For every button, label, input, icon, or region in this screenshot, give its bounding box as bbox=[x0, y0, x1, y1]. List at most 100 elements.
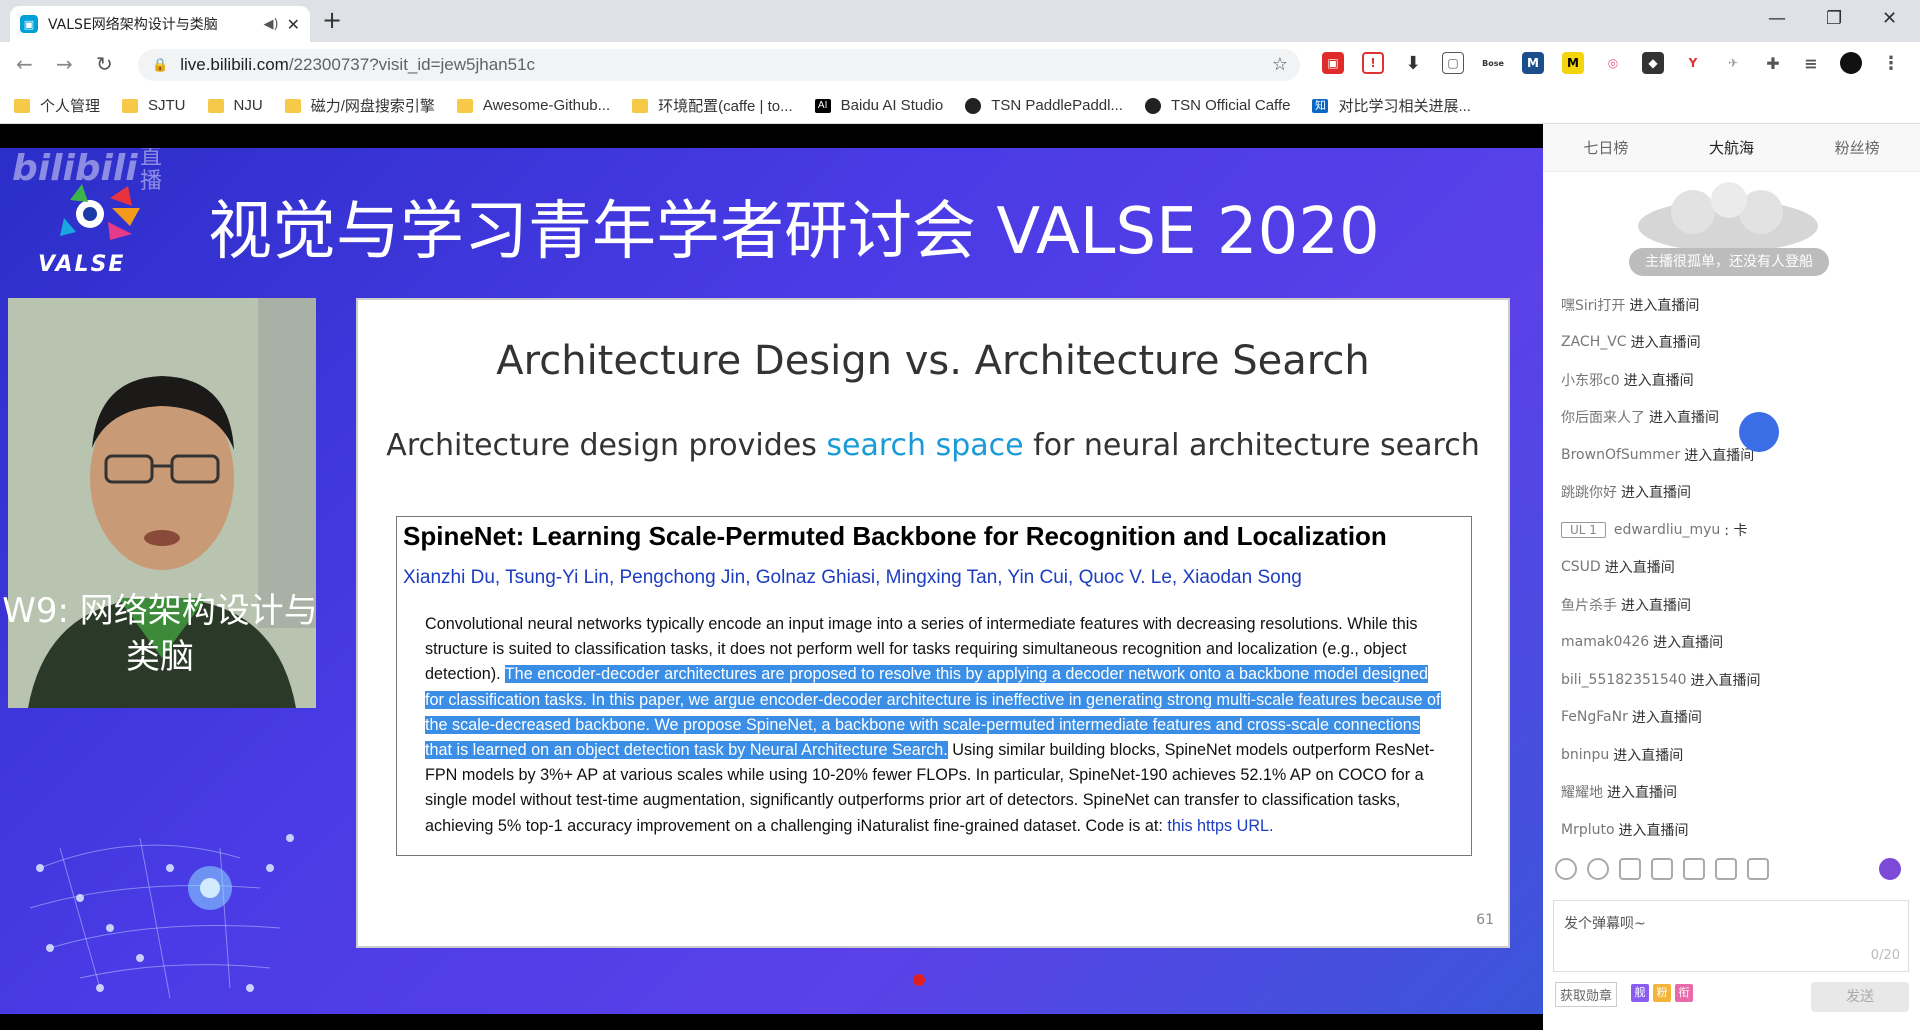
record-icon[interactable] bbox=[1683, 858, 1705, 880]
extension-red-icon[interactable]: ▣ bbox=[1322, 52, 1344, 74]
media-control-icon[interactable]: ≡ bbox=[1800, 52, 1822, 74]
folder-icon bbox=[456, 98, 473, 113]
bookmark-item[interactable]: TSN PaddlePaddl... bbox=[965, 97, 1123, 114]
bookmark-star-icon[interactable]: ☆ bbox=[1272, 54, 1288, 75]
chat-username[interactable]: 耀耀地 bbox=[1561, 782, 1603, 802]
tab-weekly-rank[interactable]: 七日榜 bbox=[1583, 137, 1628, 158]
chat-username[interactable]: 你后面来人了 bbox=[1561, 407, 1645, 427]
letterbox-top bbox=[0, 124, 1543, 148]
extension-pink-icon[interactable]: ◎ bbox=[1602, 52, 1624, 74]
chat-username[interactable]: 鱼片杀手 bbox=[1561, 595, 1617, 615]
close-window-button[interactable]: ✕ bbox=[1882, 8, 1897, 29]
gift-icon[interactable] bbox=[1619, 858, 1641, 880]
chat-username[interactable]: BrownOfSummer bbox=[1561, 447, 1680, 463]
folder-icon bbox=[14, 98, 30, 113]
chat-tools-bar bbox=[1543, 852, 1920, 888]
bookmark-item[interactable]: Awesome-Github... bbox=[456, 97, 610, 114]
tab-guard[interactable]: 大航海 bbox=[1709, 137, 1754, 158]
paper-abstract: Convolutional neural networks typically … bbox=[425, 612, 1445, 839]
chat-text: 进入直播间 bbox=[1684, 447, 1755, 464]
address-bar[interactable]: 🔒 live.bilibili.com/22300737?visit_id=je… bbox=[138, 49, 1300, 81]
fan-medal-badge[interactable]: UL 1 bbox=[1561, 521, 1606, 538]
danmaku-toggle-icon[interactable] bbox=[1879, 858, 1901, 880]
chat-username[interactable]: mamak0426 bbox=[1561, 634, 1649, 650]
settings-icon[interactable] bbox=[1747, 858, 1769, 880]
chat-username[interactable]: FeNgFaNr bbox=[1561, 709, 1628, 725]
medal-fans-button[interactable]: 粉 bbox=[1653, 984, 1671, 1002]
chat-message: FeNgFaNr 进入直播间 bbox=[1561, 699, 1901, 737]
tab-strip: ▣ VALSE网络架构设计与类脑 ◀) ✕ + — ❐ ✕ bbox=[0, 0, 1920, 42]
restore-button[interactable]: ❐ bbox=[1826, 8, 1842, 29]
minimize-button[interactable]: — bbox=[1768, 8, 1786, 29]
bookmark-item[interactable]: SJTU bbox=[122, 97, 186, 114]
extension-bird-icon[interactable]: ✈ bbox=[1722, 52, 1744, 74]
download-icon[interactable]: ⬇ bbox=[1402, 52, 1424, 74]
chat-username[interactable]: 跳跳你好 bbox=[1561, 482, 1617, 502]
palette-icon[interactable] bbox=[1587, 858, 1609, 880]
tab-audio-icon[interactable]: ◀) bbox=[264, 17, 279, 32]
extension-m-blue-icon[interactable]: M bbox=[1522, 52, 1544, 74]
medal-title-button[interactable]: 衔 bbox=[1675, 984, 1693, 1002]
chat-username[interactable]: bninpu bbox=[1561, 747, 1609, 763]
tab-close-icon[interactable]: ✕ bbox=[287, 15, 300, 34]
tab-title: VALSE网络架构设计与类脑 bbox=[48, 17, 218, 33]
url-host: live.bilibili.com bbox=[180, 55, 289, 74]
valse-logo-icon bbox=[60, 184, 140, 240]
extension-adblock-icon[interactable]: ! bbox=[1362, 52, 1384, 74]
chat-username[interactable]: bili_55182351540 bbox=[1561, 672, 1687, 688]
chat-text: 进入直播间 bbox=[1621, 597, 1691, 614]
reload-button[interactable]: ↻ bbox=[96, 52, 113, 76]
chat-message: BrownOfSummer 进入直播间 bbox=[1561, 436, 1901, 474]
chat-username[interactable]: ZACH_VC bbox=[1561, 334, 1627, 350]
browser-tab[interactable]: ▣ VALSE网络架构设计与类脑 ◀) ✕ bbox=[10, 6, 310, 42]
bookmark-item[interactable]: NJU bbox=[207, 97, 263, 114]
chat-text: 进入直播间 bbox=[1649, 410, 1719, 427]
bookmark-item[interactable]: AI Baidu AI Studio bbox=[814, 97, 944, 114]
bookmark-label: TSN Official Caffe bbox=[1170, 97, 1291, 114]
live-video-player[interactable]: bilibili 直播 VALSE 视觉与学习青年学者研讨会 VALSE 202… bbox=[0, 148, 1543, 1014]
chat-text: 进入直播间 bbox=[1621, 485, 1691, 502]
bookmark-label: Baidu AI Studio bbox=[840, 97, 944, 114]
chat-username[interactable]: 小东邪c0 bbox=[1561, 370, 1620, 390]
screen-icon[interactable] bbox=[1651, 858, 1673, 880]
slide-page-number: 61 bbox=[1476, 912, 1494, 928]
forward-button[interactable]: → bbox=[56, 52, 73, 76]
chat-username[interactable]: Mrpluto bbox=[1561, 822, 1615, 838]
extension-m-yellow-icon[interactable]: M bbox=[1562, 52, 1584, 74]
extension-y-icon[interactable]: Y bbox=[1682, 52, 1704, 74]
bookmark-label: 对比学习相关进展... bbox=[1338, 98, 1471, 115]
menu-kebab-icon[interactable]: ⋮ bbox=[1880, 52, 1902, 74]
new-tab-button[interactable]: + bbox=[322, 6, 342, 34]
bookmark-item[interactable]: TSN Official Caffe bbox=[1144, 97, 1291, 114]
bookmark-item[interactable]: 磁力/网盘搜索引擎 bbox=[284, 95, 435, 116]
chat-text: 进入直播间 bbox=[1607, 785, 1677, 802]
tab-fans-rank[interactable]: 粉丝榜 bbox=[1835, 137, 1880, 158]
extension-bose-icon[interactable]: Bose bbox=[1482, 52, 1504, 74]
chat-message: UL 1 edwardliu_myu: 卡 bbox=[1561, 511, 1901, 549]
ai-icon: AI bbox=[814, 98, 831, 113]
chat-message-list[interactable]: 嘿Siri打开 进入直播间 ZACH_VC 进入直播间 小东邪c0 进入直播间 你后面来人了… bbox=[1561, 286, 1901, 849]
mascot-avatar[interactable] bbox=[1739, 412, 1779, 452]
bookmark-item[interactable]: 个人管理 bbox=[14, 95, 100, 116]
send-button[interactable]: 发送 bbox=[1811, 982, 1909, 1012]
chat-username[interactable]: 嘿Siri打开 bbox=[1561, 295, 1625, 315]
chat-text: 进入直播间 bbox=[1604, 560, 1675, 577]
chat-message: CSUD 进入直播间 bbox=[1561, 549, 1901, 587]
back-button[interactable]: ← bbox=[16, 52, 33, 76]
slide-heading: Architecture Design vs. Architecture Sea… bbox=[496, 338, 1370, 384]
bookmark-label: TSN PaddlePaddl... bbox=[991, 97, 1123, 114]
chat-username[interactable]: edwardliu_myu bbox=[1614, 522, 1720, 538]
chat-username[interactable]: CSUD bbox=[1561, 559, 1601, 575]
profile-avatar[interactable] bbox=[1840, 52, 1862, 74]
danmaku-input[interactable]: 发个弹幕呗~ 0/20 bbox=[1553, 900, 1909, 972]
medal-guard-button[interactable]: 舰 bbox=[1631, 984, 1649, 1002]
emoji-icon[interactable] bbox=[1555, 858, 1577, 880]
chat-message: mamak0426 进入直播间 bbox=[1561, 624, 1901, 662]
extension-box-icon[interactable]: ▢ bbox=[1442, 52, 1464, 74]
extension-dark-icon[interactable]: ◆ bbox=[1642, 52, 1664, 74]
bookmark-item[interactable]: 环境配置(caffe | to... bbox=[632, 95, 793, 116]
edit-icon[interactable] bbox=[1715, 858, 1737, 880]
get-medal-button[interactable]: 获取勋章 bbox=[1555, 982, 1618, 1007]
extensions-puzzle-icon[interactable]: ✚ bbox=[1762, 52, 1784, 74]
bookmark-item[interactable]: 知对比学习相关进展... bbox=[1312, 95, 1471, 116]
